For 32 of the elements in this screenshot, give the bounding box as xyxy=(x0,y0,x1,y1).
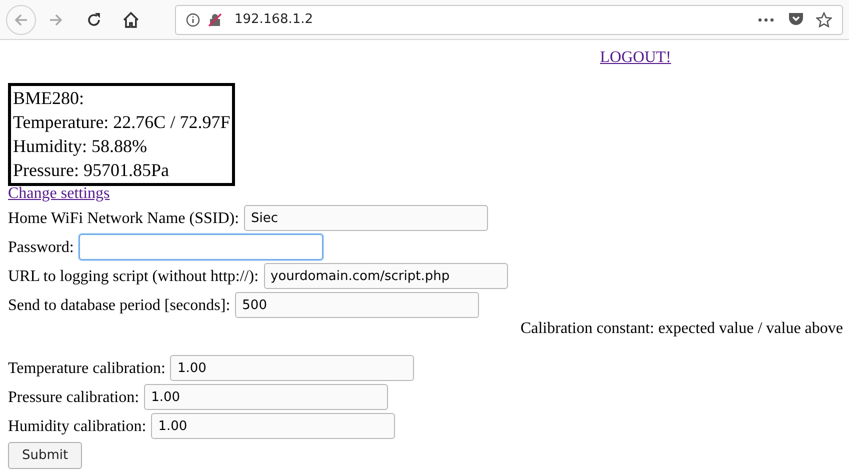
field-label: Home WiFi Network Name (SSID): xyxy=(8,208,240,228)
logout-link[interactable]: LOGOUT! xyxy=(600,48,672,83)
field-label: URL to logging script (without http://): xyxy=(8,266,259,286)
reading-line: BME280: xyxy=(13,87,86,110)
field-label: Pressure calibration: xyxy=(8,388,140,406)
input-field[interactable]: Siec xyxy=(244,205,488,231)
field-label: Password: xyxy=(8,238,74,256)
info-icon[interactable] xyxy=(186,12,200,26)
more-icon[interactable] xyxy=(758,18,774,22)
field-label: Temperature calibration: xyxy=(8,358,166,378)
url-text: 192.168.1.2 xyxy=(234,10,314,29)
input-field[interactable]: 1.00 xyxy=(170,355,414,381)
reload-icon[interactable] xyxy=(86,12,102,28)
back-arrow-icon xyxy=(12,12,29,28)
input-field[interactable] xyxy=(78,234,323,260)
calibration-note: Calibration constant: expected value / value above xyxy=(520,319,843,338)
reading-line: Humidity: 58.88% xyxy=(13,135,148,158)
star-icon[interactable] xyxy=(816,12,832,28)
pocket-icon[interactable] xyxy=(788,12,804,27)
home-icon[interactable] xyxy=(122,10,140,28)
input-field[interactable]: yourdomain.com/script.php xyxy=(264,263,508,289)
input-field[interactable]: 500 xyxy=(235,292,480,318)
field-label: Send to database period [seconds]: xyxy=(8,296,230,314)
change-settings-link[interactable]: Change settings xyxy=(8,185,110,202)
input-field[interactable]: 1.00 xyxy=(144,384,388,410)
field-label: Humidity calibration: xyxy=(8,416,146,436)
reading-line: Pressure: 95701.85Pa xyxy=(13,159,170,182)
address-bar[interactable]: 192.168.1.2 xyxy=(175,4,843,34)
input-field[interactable]: 1.00 xyxy=(151,413,396,439)
insecure-lock-icon[interactable] xyxy=(208,12,222,26)
submit-button[interactable]: Submit xyxy=(8,442,82,469)
reading-line: Temperature: 22.76C / 72.97F xyxy=(13,111,230,134)
